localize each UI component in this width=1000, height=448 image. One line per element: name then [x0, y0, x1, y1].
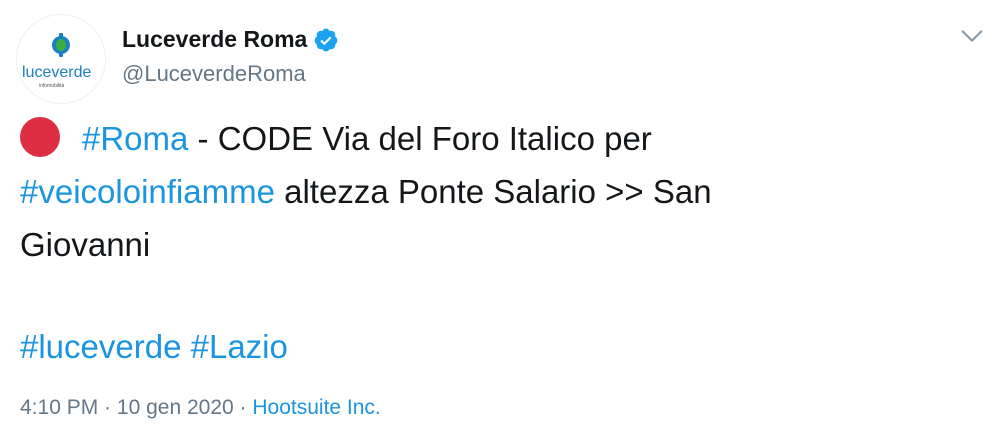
meta-separator: ·: [98, 396, 117, 419]
user-handle[interactable]: @LuceverdeRoma: [122, 61, 306, 87]
avatar[interactable]: luceverde infomobilità: [16, 14, 106, 104]
hashtag-lazio[interactable]: #Lazio: [191, 328, 288, 365]
display-name-text: Luceverde Roma: [122, 26, 308, 52]
hashtag-luceverde[interactable]: #luceverde: [20, 328, 181, 365]
chevron-down-icon[interactable]: [958, 22, 986, 50]
avatar-logo-subtext: infomobilità: [39, 83, 65, 89]
luceverde-logo-icon: luceverde infomobilità: [22, 33, 91, 89]
tweet-text-segment-3: Giovanni: [20, 226, 151, 263]
tweet-text: #Roma - CODE Via del Foro Italico per #v…: [20, 112, 980, 271]
tweet-text-segment-1: - CODE Via del Foro Italico per: [188, 120, 652, 157]
tweet-date[interactable]: 10 gen 2020: [117, 396, 234, 419]
red-circle-icon: [20, 117, 60, 157]
tweet-hashtags-line: #luceverde #Lazio: [20, 320, 288, 373]
avatar-logo-text: luceverde: [22, 64, 91, 81]
tweet-line-3: Giovanni: [20, 218, 980, 271]
hashtag-veicoloinfiamme[interactable]: #veicoloinfiamme: [20, 173, 275, 210]
hashtag-roma[interactable]: #Roma: [82, 120, 188, 157]
tweet-source-link[interactable]: Hootsuite Inc.: [252, 396, 380, 419]
tweet-time[interactable]: 4:10 PM: [20, 396, 98, 419]
verified-badge-icon: [314, 28, 338, 51]
tweet-line-2: #veicoloinfiamme altezza Ponte Salario >…: [20, 165, 980, 218]
meta-separator: ·: [233, 396, 253, 419]
tweet-text-segment-2: altezza Ponte Salario >> San: [274, 173, 712, 210]
tweet-line-1: #Roma - CODE Via del Foro Italico per: [20, 112, 980, 165]
tweet-metadata: 4:10 PM · 10 gen 2020 · Hootsuite Inc.: [20, 396, 381, 420]
tweet-card: luceverde infomobilità Luceverde Roma @L…: [0, 0, 1000, 448]
display-name[interactable]: Luceverde Roma: [122, 26, 339, 53]
